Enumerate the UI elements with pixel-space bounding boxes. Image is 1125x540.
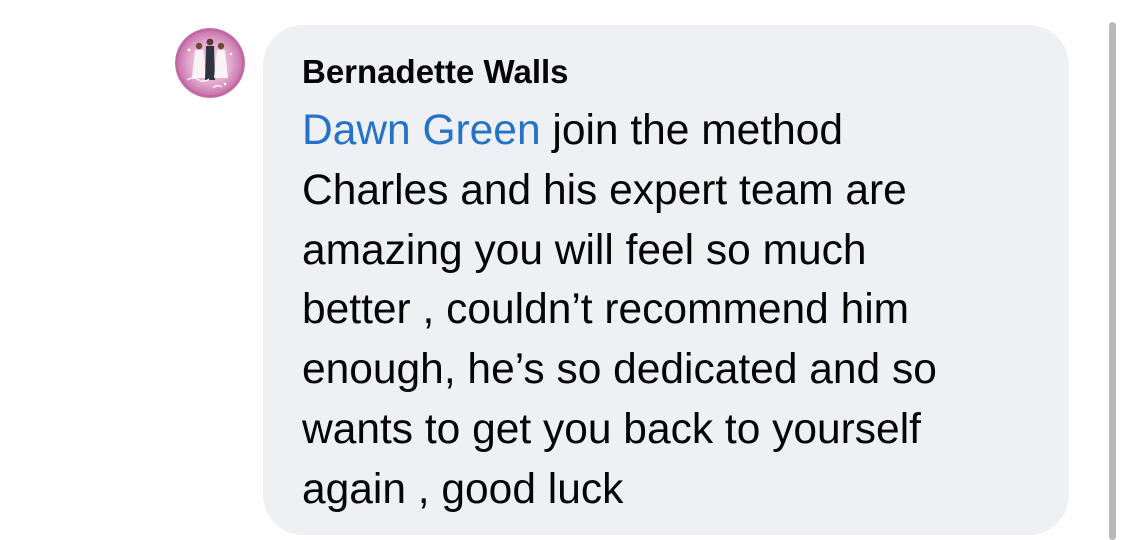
- mention-link[interactable]: Dawn Green: [302, 107, 541, 154]
- scrollbar[interactable]: [1109, 22, 1116, 540]
- comment-line: Charles and his expert team are: [302, 166, 907, 214]
- comment-line: enough, he’s so dedicated and so: [302, 346, 937, 394]
- comment-body: Dawn Green join the method Charles and h…: [302, 101, 1052, 520]
- comment-line: wants to get you back to yourself: [302, 405, 921, 453]
- comment-thread: Bernadette Walls Dawn Green join the met…: [0, 0, 1125, 540]
- avatar-photo: [175, 28, 245, 98]
- comment-line: amazing you will feel so much: [302, 226, 867, 274]
- comment-author-name[interactable]: Bernadette Walls: [302, 52, 569, 92]
- user-avatar[interactable]: [175, 28, 245, 98]
- comment-line: better , couldn’t recommend him: [302, 286, 910, 334]
- comment-line: again , good luck: [302, 465, 624, 513]
- comment-line: Dawn Green join the method: [302, 101, 1052, 161]
- comment-line-text: join the method: [540, 107, 844, 154]
